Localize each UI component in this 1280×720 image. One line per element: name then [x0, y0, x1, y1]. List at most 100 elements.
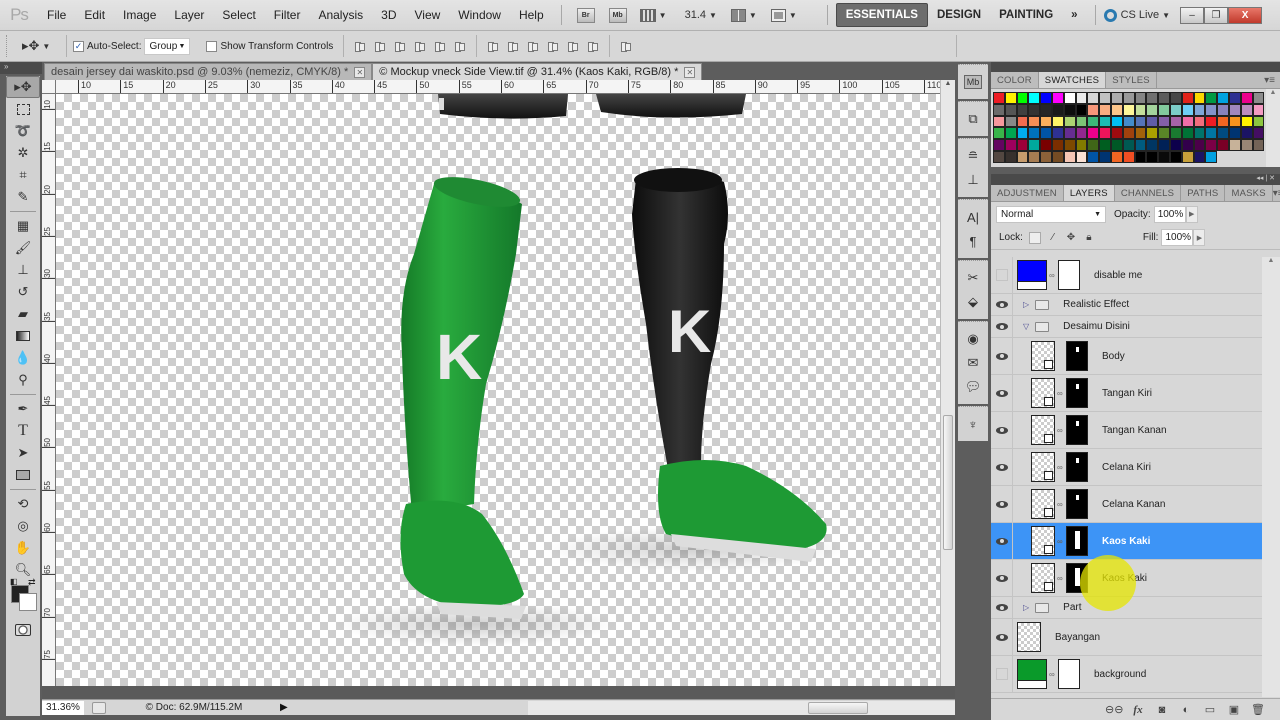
color-swatch[interactable] [1146, 139, 1159, 151]
tools-panel-collapse[interactable]: » [0, 62, 42, 74]
blend-mode-select[interactable]: Normal ▼ [996, 205, 1106, 223]
close-panel-icon[interactable]: ✕ [1269, 175, 1275, 182]
color-swatch[interactable] [1099, 115, 1111, 128]
collapsed-triangle-icon[interactable]: ▷ [1023, 603, 1029, 612]
fx-icon[interactable]: fx [1129, 704, 1147, 716]
color-swatch[interactable] [1028, 150, 1041, 163]
color-swatch[interactable] [993, 127, 1005, 140]
color-swatch[interactable] [1099, 150, 1111, 163]
color-swatch[interactable] [1134, 139, 1147, 151]
color-swatch[interactable] [1252, 115, 1265, 128]
color-swatch[interactable] [1110, 127, 1123, 140]
distribute-top-edges-icon[interactable] [487, 40, 499, 52]
menu-layer[interactable]: Layer [165, 8, 213, 22]
color-swatch[interactable] [1016, 139, 1029, 151]
align-bottom-edges-icon[interactable] [394, 40, 406, 52]
color-swatch[interactable] [1181, 103, 1194, 116]
quick-selection-tool[interactable]: ✲ [6, 142, 40, 164]
link-icon[interactable]: ∞ [1057, 389, 1063, 398]
link-icon[interactable]: ∞ [1049, 271, 1055, 280]
color-swatch[interactable] [1240, 127, 1253, 140]
color-swatch[interactable] [1087, 150, 1100, 163]
color-swatch[interactable] [1181, 115, 1194, 128]
color-swatch[interactable] [1228, 139, 1241, 151]
options-bar-grip[interactable] [6, 35, 12, 57]
color-swatch[interactable] [1087, 115, 1100, 128]
color-swatch[interactable] [1205, 115, 1218, 128]
color-swatch[interactable] [1240, 92, 1253, 104]
menu-view[interactable]: View [405, 8, 449, 22]
chevron-down-icon[interactable]: ▼ [709, 11, 717, 20]
color-swatch[interactable] [1146, 103, 1159, 116]
lasso-tool[interactable]: ➰ [6, 120, 40, 142]
color-swatch[interactable] [1240, 139, 1253, 151]
color-swatch[interactable] [1087, 92, 1100, 104]
kuler-panel-button[interactable]: ♆ [958, 413, 988, 435]
color-swatch[interactable] [1075, 127, 1088, 140]
align-vertical-centers-icon[interactable] [374, 40, 386, 52]
color-swatch[interactable] [1122, 127, 1135, 140]
color-swatch[interactable] [1075, 139, 1088, 151]
layer-group-row[interactable]: ▷ Realistic Effect [991, 294, 1262, 316]
color-swatch[interactable] [1181, 150, 1194, 163]
color-swatch[interactable] [1099, 103, 1111, 116]
color-swatch[interactable] [1122, 92, 1135, 104]
blur-tool[interactable]: 💧 [6, 347, 40, 369]
layer-row[interactable]: ∞ Celana Kiri [991, 449, 1262, 486]
color-swatch[interactable] [1134, 103, 1147, 116]
color-swatch[interactable] [1040, 115, 1052, 128]
color-swatch[interactable] [1051, 92, 1064, 104]
tab-channels[interactable]: CHANNELS [1115, 185, 1182, 201]
color-swatch[interactable] [1016, 103, 1029, 116]
color-swatch[interactable] [1169, 103, 1182, 116]
gradient-tool[interactable] [6, 325, 40, 347]
tab-masks[interactable]: MASKS [1225, 185, 1273, 201]
zoom-level-select[interactable]: 31.4 [685, 9, 706, 21]
color-swatch[interactable] [1028, 139, 1041, 151]
color-swatch[interactable] [1075, 150, 1088, 163]
color-swatch[interactable] [1063, 103, 1076, 116]
document-tab[interactable]: desain jersey dai waskito.psd @ 9.03% (n… [44, 63, 373, 80]
ruler-origin[interactable] [42, 80, 56, 94]
new-layer-icon[interactable]: ▣ [1225, 703, 1243, 716]
swatches-scrollbar[interactable]: ▲ [1266, 89, 1280, 167]
color-swatch[interactable] [1205, 127, 1218, 140]
tab-layers[interactable]: LAYERS [1063, 185, 1115, 201]
brush-tool[interactable]: 🖌 [6, 237, 40, 259]
trash-icon[interactable]: 🗑︎ [1249, 703, 1267, 716]
hand-tool[interactable]: ✋ [6, 537, 40, 559]
background-color-swatch[interactable] [19, 593, 37, 611]
link-layers-icon[interactable]: ⊖⊖ [1105, 703, 1123, 716]
tab-styles[interactable]: STYLES [1106, 72, 1157, 88]
menu-image[interactable]: Image [114, 8, 165, 22]
clone-stamp-tool[interactable]: ⊥ [6, 259, 40, 281]
layer-row[interactable]: ∞ Tangan Kiri [991, 375, 1262, 412]
layer-row[interactable]: ∞ background [991, 656, 1262, 693]
crop-tool[interactable]: ⌗ [6, 164, 40, 186]
tab-swatches[interactable]: SWATCHES [1038, 72, 1107, 88]
horizontal-ruler[interactable]: 10 15 20 25 30 35 40 45 50 55 60 65 70 75 80 85 90 95 100 1… [56, 80, 940, 94]
horizontal-scroll-thumb[interactable] [807, 701, 868, 714]
color-swatch[interactable] [1075, 115, 1088, 128]
color-swatch[interactable] [1169, 139, 1182, 151]
color-swatch[interactable] [1004, 150, 1017, 163]
color-swatch[interactable] [1217, 127, 1229, 140]
color-swatch[interactable] [1051, 139, 1064, 151]
scroll-up-arrow[interactable]: ▲ [1266, 89, 1280, 96]
smart-object-thumbnail[interactable] [1031, 489, 1055, 519]
layer-thumbnail[interactable] [1017, 622, 1041, 652]
scroll-up-arrow[interactable]: ▲ [941, 80, 955, 87]
scroll-up-arrow[interactable]: ▲ [1262, 257, 1280, 264]
visibility-toggle[interactable] [991, 656, 1013, 692]
color-swatch[interactable] [1181, 92, 1194, 104]
color-swatch[interactable] [1028, 92, 1041, 104]
color-swatch[interactable] [1063, 127, 1076, 140]
color-swatch[interactable] [1028, 115, 1041, 128]
shape-tool[interactable] [6, 464, 40, 486]
opacity-input[interactable]: 100% [1153, 205, 1186, 223]
color-swatch[interactable] [1040, 103, 1052, 116]
color-swatch[interactable] [1051, 127, 1064, 140]
color-swatch[interactable] [1228, 127, 1241, 140]
color-swatch[interactable] [1158, 115, 1170, 128]
color-swatch[interactable] [1016, 92, 1029, 104]
